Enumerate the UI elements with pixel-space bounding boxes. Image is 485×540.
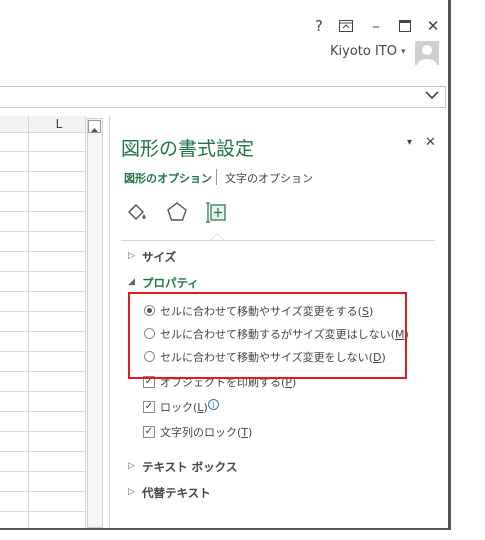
grid-horizontal-line xyxy=(0,351,85,352)
pane-divider xyxy=(121,240,435,241)
grid-horizontal-line xyxy=(0,491,85,492)
vertical-scrollbar[interactable] xyxy=(87,118,103,528)
selected-tab-indicator-inner xyxy=(211,234,223,240)
collapsed-arrow-icon[interactable]: ▷ xyxy=(128,461,135,471)
grid-horizontal-line xyxy=(0,431,85,432)
expand-formula-bar-icon[interactable] xyxy=(425,89,439,104)
maximize-button[interactable] xyxy=(396,18,414,35)
grid-horizontal-line xyxy=(0,331,85,332)
grid-horizontal-line xyxy=(0,271,85,272)
help-button[interactable]: ? xyxy=(310,18,328,34)
grid-horizontal-line xyxy=(0,411,85,412)
collapsed-arrow-icon[interactable]: ▷ xyxy=(128,251,135,261)
grid-horizontal-line xyxy=(0,191,85,192)
section-alt-text[interactable]: 代替テキスト xyxy=(142,485,211,501)
pane-options-dropdown[interactable]: ▾ xyxy=(407,137,412,148)
grid-horizontal-line xyxy=(0,451,85,452)
fill-line-icon[interactable] xyxy=(125,200,149,224)
pane-close-button[interactable]: ✕ xyxy=(425,135,436,150)
tab-text-options[interactable]: 文字のオプション xyxy=(225,170,313,186)
size-properties-icon[interactable] xyxy=(205,200,229,224)
grid-vertical-line xyxy=(85,116,86,528)
grid-horizontal-line xyxy=(0,251,85,252)
grid-horizontal-line xyxy=(0,511,85,512)
effects-icon[interactable] xyxy=(165,200,189,224)
grid-horizontal-line xyxy=(0,291,85,292)
highlight-rectangle xyxy=(128,292,407,379)
grid-horizontal-line xyxy=(0,391,85,392)
grid-horizontal-line xyxy=(0,171,85,172)
pane-title: 図形の書式設定 xyxy=(121,138,255,160)
grid-horizontal-line xyxy=(0,471,85,472)
avatar[interactable] xyxy=(415,41,439,65)
window-right-border xyxy=(448,0,451,530)
formula-bar-input[interactable] xyxy=(0,86,446,108)
collapsed-arrow-icon[interactable]: ▷ xyxy=(128,487,135,497)
ribbon-display-icon xyxy=(339,20,353,32)
grid-horizontal-line xyxy=(0,151,85,152)
info-icon[interactable]: i xyxy=(208,399,219,410)
user-silhouette-icon xyxy=(417,45,437,65)
tab-shape-options[interactable]: 図形のオプション xyxy=(124,170,212,186)
grid-horizontal-line xyxy=(0,311,85,312)
checkbox-lock-text[interactable]: ✓ xyxy=(143,426,155,438)
close-window-button[interactable]: ✕ xyxy=(424,18,442,34)
grid-horizontal-line xyxy=(0,231,85,232)
window-bottom-border xyxy=(0,528,451,530)
checkbox-lock[interactable]: ✓ xyxy=(143,401,155,413)
grid-vertical-line xyxy=(28,116,29,528)
section-size[interactable]: サイズ xyxy=(142,249,176,265)
section-properties[interactable]: プロパティ xyxy=(142,275,199,291)
account-name[interactable]: Kiyoto ITO xyxy=(330,44,397,59)
minimize-button[interactable]: – xyxy=(367,18,385,34)
grid-horizontal-line xyxy=(0,211,85,212)
account-dropdown-icon[interactable]: ▾ xyxy=(401,47,406,57)
ribbon-display-options-button[interactable] xyxy=(337,18,355,35)
scroll-up-arrow-icon xyxy=(91,128,98,132)
expanded-arrow-icon[interactable]: ◢ xyxy=(128,277,135,287)
scroll-up-button[interactable] xyxy=(88,120,101,133)
column-header-L[interactable]: L xyxy=(29,116,89,133)
checkbox-label-lock[interactable]: ロック(L) xyxy=(160,399,208,415)
grid-horizontal-line xyxy=(0,371,85,372)
section-textbox[interactable]: テキスト ボックス xyxy=(142,459,237,475)
tab-separator xyxy=(216,169,217,185)
checkbox-label-lock-text[interactable]: 文字列のロック(T) xyxy=(160,424,252,440)
maximize-icon xyxy=(399,20,411,32)
